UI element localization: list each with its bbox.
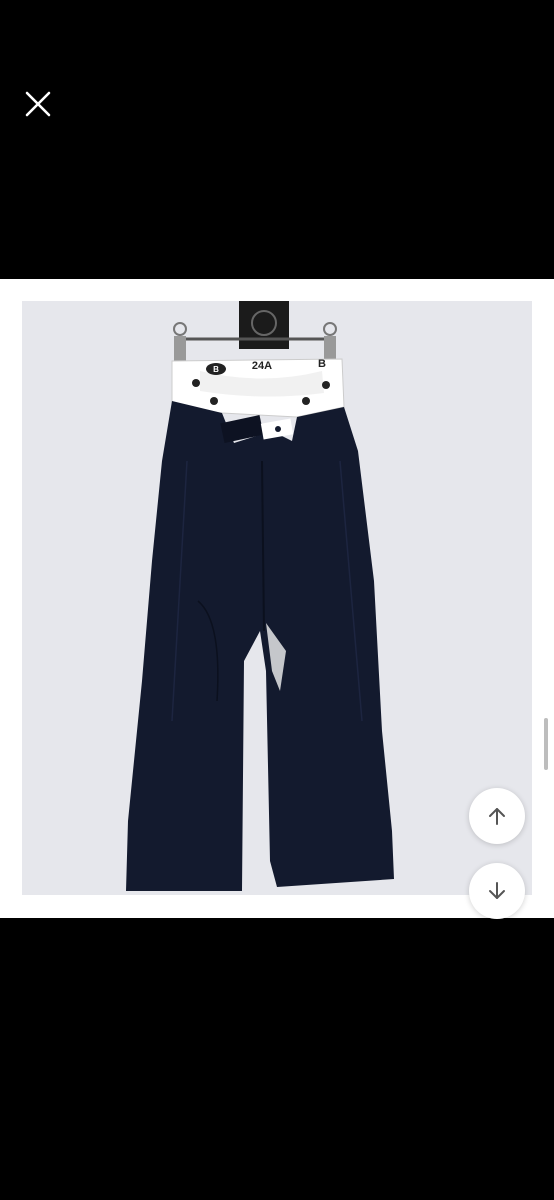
waistband-logo-right: B xyxy=(318,358,326,370)
pants-body xyxy=(126,401,394,891)
product-photo: 24A B B xyxy=(22,301,532,895)
waistband-text: 24A xyxy=(252,360,272,372)
close-icon xyxy=(25,91,51,117)
pants-illustration: 24A B B xyxy=(126,301,394,891)
hanger xyxy=(173,301,337,362)
scrollbar[interactable] xyxy=(544,718,548,770)
scroll-down-button[interactable] xyxy=(469,863,525,919)
close-button[interactable] xyxy=(18,84,58,124)
arrow-down-icon xyxy=(489,882,505,899)
scroll-up-button[interactable] xyxy=(469,788,525,844)
arrow-up-icon xyxy=(489,808,505,825)
waistband-logo: B xyxy=(213,365,219,374)
